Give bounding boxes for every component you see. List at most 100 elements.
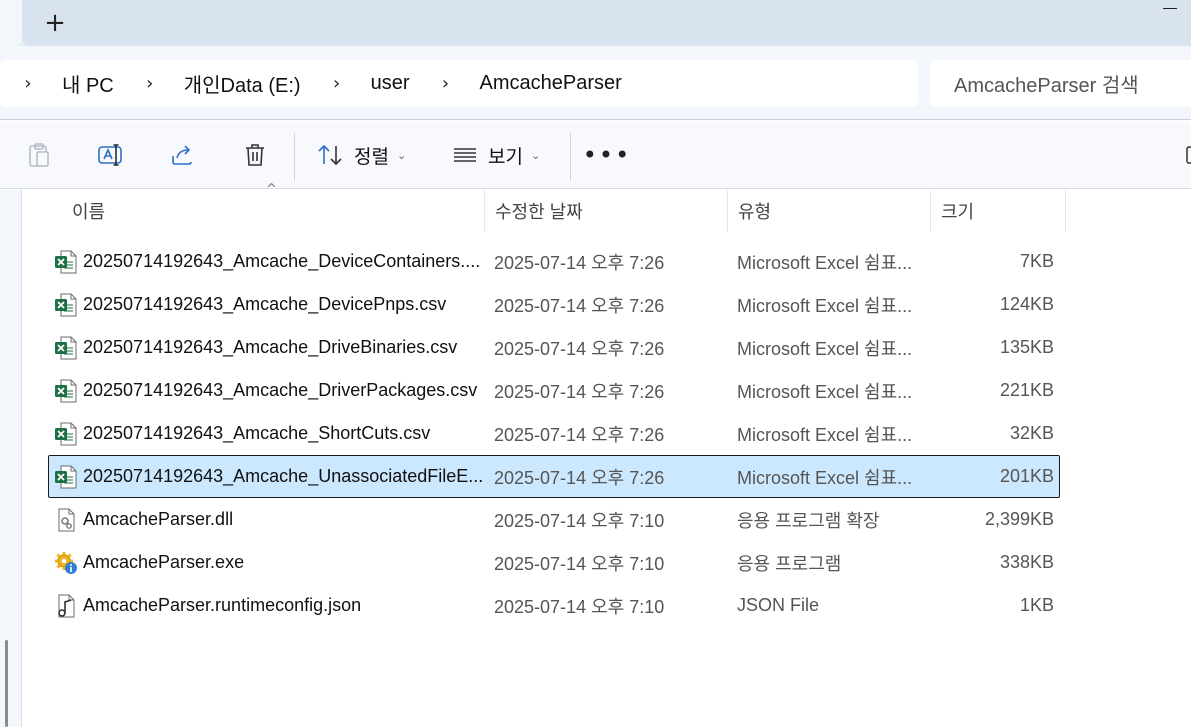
file-type: 응용 프로그램: [737, 553, 842, 574]
file-row[interactable]: 20250714192643_Amcache_DevicePnps.csv 202…: [48, 283, 1060, 326]
file-row[interactable]: AmcacheParser.exe 2025-07-14 오후 7:10 응용 프로…: [48, 541, 1060, 584]
excel-csv-icon: [53, 335, 79, 361]
breadcrumb-item-user[interactable]: user: [371, 72, 410, 95]
file-size: 7KB: [1019, 251, 1054, 271]
file-row[interactable]: AmcacheParser.dll 2025-07-14 오후 7:10 응용 프로…: [48, 498, 1060, 541]
file-row[interactable]: 20250714192643_Amcache_DriverPackages.cs…: [48, 369, 1060, 412]
file-name-cell[interactable]: 20250714192643_Amcache_UnassociatedFileE…: [53, 456, 489, 497]
excel-csv-icon: [53, 249, 79, 275]
breadcrumb-item-drive[interactable]: 개인Data (E:): [184, 69, 301, 98]
minimize-button[interactable]: [1163, 8, 1177, 9]
column-header-type[interactable]: 유형: [728, 190, 931, 232]
column-header-name[interactable]: 이름: [62, 190, 485, 232]
trash-icon: [242, 142, 268, 168]
search-input[interactable]: AmcacheParser 검색: [930, 60, 1191, 107]
file-name: 20250714192643_Amcache_DriveBinaries.csv: [83, 337, 458, 357]
file-list-area: ^ 이름 수정한 날짜 유형 크기 20250714192643_Amcache…: [0, 182, 1191, 727]
details-pane-button[interactable]: [1184, 135, 1191, 175]
file-date: 2025-07-14 오후 7:26: [494, 252, 665, 273]
more-dots-icon: •••: [582, 141, 632, 169]
address-row: › 내 PC › 개인Data (E:) › user › AmcachePar…: [0, 46, 1191, 120]
paste-icon: [26, 142, 52, 168]
file-name-cell[interactable]: 20250714192643_Amcache_DevicePnps.csv: [53, 284, 489, 325]
file-row[interactable]: 20250714192643_Amcache_ShortCuts.csv 2025…: [48, 412, 1060, 455]
file-name-cell[interactable]: AmcacheParser.exe: [53, 542, 489, 583]
file-date: 2025-07-14 오후 7:26: [494, 381, 665, 402]
file-row[interactable]: 20250714192643_Amcache_UnassociatedFileE…: [48, 455, 1060, 498]
file-size: 338KB: [999, 552, 1054, 572]
file-size: 124KB: [999, 294, 1054, 314]
tab-area: [22, 0, 1191, 46]
file-name: 20250714192643_Amcache_UnassociatedFileE…: [83, 466, 484, 486]
breadcrumb-item-current-folder[interactable]: AmcacheParser: [479, 72, 621, 95]
breadcrumb[interactable]: › 내 PC › 개인Data (E:) › user › AmcachePar…: [0, 60, 918, 107]
file-list: 20250714192643_Amcache_DeviceContainers.…: [48, 240, 1060, 627]
file-date: 2025-07-14 오후 7:26: [494, 338, 665, 359]
share-button[interactable]: [166, 135, 200, 175]
file-row[interactable]: 20250714192643_Amcache_DeviceContainers.…: [48, 240, 1060, 283]
command-bar: 정렬 ⌄ 보기 ⌄ •••: [0, 121, 1191, 189]
file-size: 2,399KB: [984, 509, 1054, 529]
new-tab-button[interactable]: +: [38, 6, 72, 40]
chevron-right-icon[interactable]: ›: [18, 73, 38, 94]
file-size: 201KB: [999, 466, 1054, 486]
file-size: 135KB: [999, 337, 1054, 357]
sort-label: 정렬: [354, 146, 389, 168]
file-date: 2025-07-14 오후 7:10: [494, 553, 665, 574]
json-file-icon: [53, 593, 79, 619]
toolbar-divider: [294, 133, 295, 181]
file-size: 221KB: [999, 380, 1054, 400]
excel-csv-icon: [53, 464, 79, 490]
file-name: 20250714192643_Amcache_DeviceContainers.…: [83, 251, 481, 271]
file-name: AmcacheParser.exe: [83, 552, 245, 572]
file-name-cell[interactable]: 20250714192643_Amcache_DriveBinaries.csv: [53, 327, 489, 368]
file-name: AmcacheParser.dll: [83, 509, 234, 529]
nav-scrollbar[interactable]: [5, 640, 8, 727]
file-name-cell[interactable]: AmcacheParser.dll: [53, 499, 489, 540]
view-list-icon: [452, 144, 478, 166]
file-date: 2025-07-14 오후 7:26: [494, 424, 665, 445]
file-date: 2025-07-14 오후 7:26: [494, 295, 665, 316]
rename-button[interactable]: [94, 135, 128, 175]
navigation-pane[interactable]: [0, 190, 22, 727]
tab-strip: +: [0, 0, 1191, 46]
file-name: 20250714192643_Amcache_DriverPackages.cs…: [83, 380, 478, 400]
column-header-date[interactable]: 수정한 날짜: [485, 190, 728, 232]
file-type: Microsoft Excel 쉼표...: [737, 424, 913, 445]
file-name-cell[interactable]: 20250714192643_Amcache_ShortCuts.csv: [53, 413, 489, 454]
file-type: Microsoft Excel 쉼표...: [737, 338, 913, 359]
view-button[interactable]: 보기 ⌄: [452, 135, 552, 175]
file-size: 32KB: [1009, 423, 1054, 443]
sort-arrows-icon: [316, 143, 344, 167]
chevron-right-icon[interactable]: ›: [435, 73, 455, 94]
file-name: AmcacheParser.runtimeconfig.json: [83, 595, 362, 615]
chevron-down-icon: ⌄: [530, 148, 541, 162]
file-type: Microsoft Excel 쉼표...: [737, 467, 913, 488]
file-type: JSON File: [737, 595, 820, 615]
file-row[interactable]: AmcacheParser.runtimeconfig.json 2025-07-…: [48, 584, 1060, 627]
delete-button[interactable]: [238, 135, 272, 175]
chevron-right-icon[interactable]: ›: [140, 73, 160, 94]
toolbar-divider: [570, 133, 571, 181]
more-options-button[interactable]: •••: [583, 135, 629, 175]
column-header-size[interactable]: 크기: [931, 190, 1066, 232]
chevron-right-icon[interactable]: ›: [327, 73, 347, 94]
file-row[interactable]: 20250714192643_Amcache_DriveBinaries.csv…: [48, 326, 1060, 369]
excel-csv-icon: [53, 292, 79, 318]
file-name-cell[interactable]: 20250714192643_Amcache_DriverPackages.cs…: [53, 370, 489, 411]
paste-button[interactable]: [22, 135, 56, 175]
file-name-cell[interactable]: AmcacheParser.runtimeconfig.json: [53, 585, 489, 626]
rename-icon: [97, 142, 125, 168]
breadcrumb-item-this-pc[interactable]: 내 PC: [62, 69, 114, 98]
file-type: Microsoft Excel 쉼표...: [737, 381, 913, 402]
file-type: Microsoft Excel 쉼표...: [737, 295, 913, 316]
active-tab-edge[interactable]: [0, 0, 22, 46]
file-size: 1KB: [1019, 595, 1054, 615]
file-type: Microsoft Excel 쉼표...: [737, 252, 913, 273]
file-type: 응용 프로그램 확장: [737, 510, 880, 531]
share-icon: [170, 142, 196, 168]
file-name-cell[interactable]: 20250714192643_Amcache_DeviceContainers.…: [53, 241, 489, 282]
chevron-down-icon: ⌄: [396, 148, 407, 162]
view-label: 보기: [488, 146, 523, 168]
sort-button[interactable]: 정렬 ⌄: [316, 135, 416, 175]
